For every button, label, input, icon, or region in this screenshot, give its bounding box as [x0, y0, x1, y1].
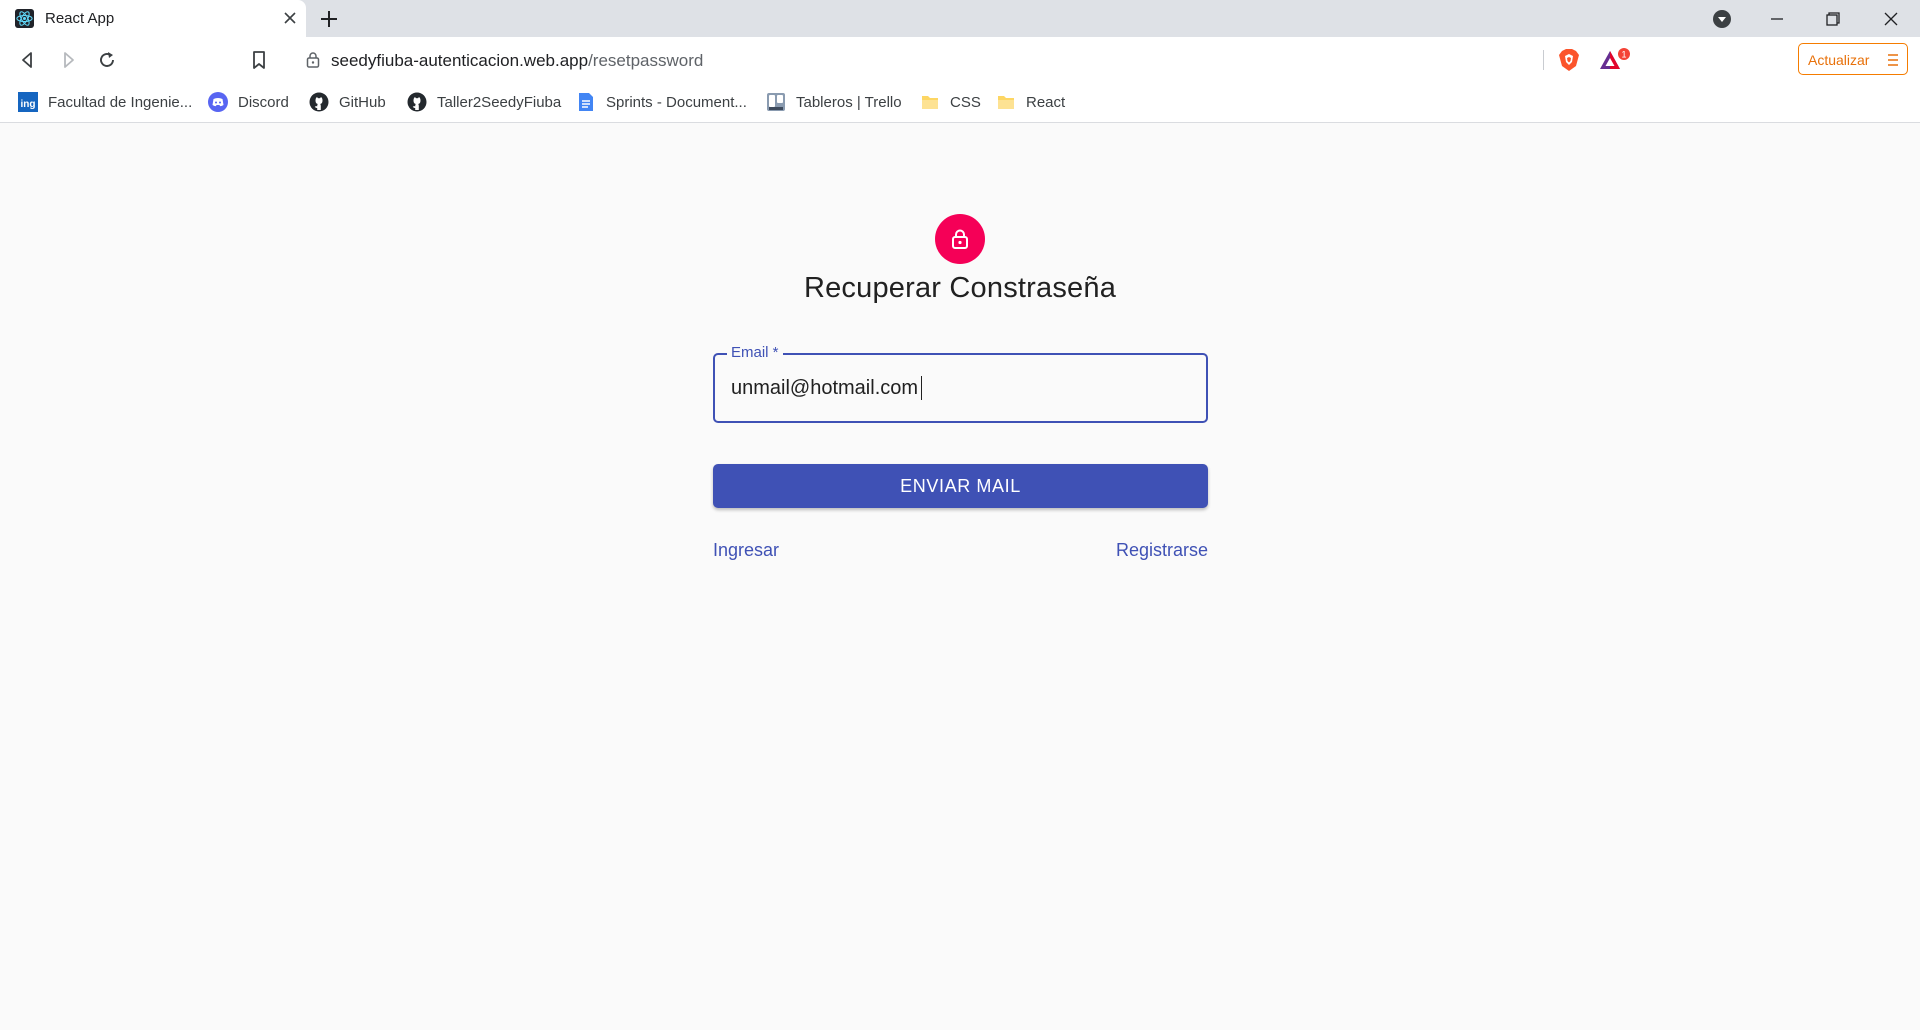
lock-icon[interactable] [305, 51, 321, 68]
tab-title: React App [45, 10, 115, 27]
minimize-icon[interactable] [1764, 6, 1790, 32]
url-text[interactable]: seedyfiuba-autenticacion.web.app/resetpa… [331, 51, 703, 71]
text-caret [921, 376, 922, 400]
bookmark-item[interactable]: React [996, 82, 1065, 122]
menu-icon [1888, 54, 1898, 66]
bookmark-label: Taller2SeedyFiuba [437, 93, 562, 111]
github-icon [407, 92, 427, 112]
github-icon [309, 92, 329, 112]
update-button-label: Actualizar [1808, 52, 1870, 68]
trello-icon [767, 93, 785, 111]
brave-shields-icon[interactable] [1558, 48, 1580, 72]
url-host: seedyfiuba-autenticacion.web.app [331, 51, 589, 70]
svg-text:ing: ing [21, 99, 36, 110]
bookmark-item[interactable]: Tableros | Trello [766, 82, 902, 122]
fiuba-icon: ing [18, 92, 38, 112]
bookmark-icon[interactable] [248, 49, 270, 71]
bookmark-label: React [1026, 93, 1066, 111]
login-link[interactable]: Ingresar [713, 540, 779, 561]
send-mail-button[interactable]: ENVIAR MAIL [713, 464, 1208, 508]
bookmark-label: CSS [950, 93, 981, 111]
email-field[interactable]: Email * [713, 343, 1208, 423]
tab-search-icon[interactable] [1712, 9, 1732, 29]
page-title: Recuperar Constraseña [803, 272, 1117, 304]
update-button[interactable]: Actualizar [1798, 43, 1908, 75]
react-favicon-icon [15, 9, 34, 28]
bookmark-label: Sprints - Document... [606, 93, 747, 111]
restore-icon[interactable] [1820, 6, 1846, 32]
bookmarks-bar: ing Facultad de Ingenie... Discord GitHu… [0, 82, 1920, 123]
bookmark-item[interactable]: CSS [920, 82, 981, 122]
tab-strip: React App [0, 0, 1920, 37]
brave-rewards-icon[interactable]: 1 [1599, 48, 1631, 72]
forward-icon[interactable] [57, 49, 79, 71]
bookmark-item[interactable]: Discord [208, 82, 289, 122]
folder-icon [922, 96, 938, 109]
bookmark-item[interactable]: GitHub [309, 82, 386, 122]
bookmark-label: Tableros | Trello [796, 93, 902, 111]
bookmark-item[interactable]: ing Facultad de Ingenie... [18, 82, 192, 122]
rewards-badge: 1 [1621, 50, 1626, 60]
address-bar[interactable]: seedyfiuba-autenticacion.web.app/resetpa… [289, 43, 1633, 76]
lock-icon [952, 229, 968, 249]
email-field-label: Email * [727, 343, 783, 363]
bookmark-label: Discord [238, 93, 289, 111]
address-bar-divider [1543, 50, 1544, 70]
bookmark-item[interactable]: Sprints - Document... [576, 82, 747, 122]
browser-tab[interactable]: React App [0, 0, 306, 37]
bookmark-item[interactable]: Taller2SeedyFiuba [407, 82, 561, 122]
url-path: /resetpassword [588, 51, 704, 70]
back-icon[interactable] [17, 49, 39, 71]
reload-icon[interactable] [96, 49, 118, 71]
email-input[interactable] [731, 377, 1191, 400]
discord-icon [208, 92, 228, 112]
browser-toolbar: seedyfiuba-autenticacion.web.app/resetpa… [0, 37, 1920, 82]
bookmark-label: Facultad de Ingenie... [48, 93, 193, 111]
register-link[interactable]: Registrarse [1116, 540, 1208, 561]
close-window-icon[interactable] [1878, 6, 1904, 32]
avatar [935, 214, 985, 264]
google-docs-icon [579, 93, 593, 111]
folder-icon [998, 96, 1014, 109]
bookmark-label: GitHub [339, 93, 386, 111]
new-tab-icon[interactable] [318, 8, 340, 30]
close-tab-icon[interactable] [280, 8, 300, 28]
